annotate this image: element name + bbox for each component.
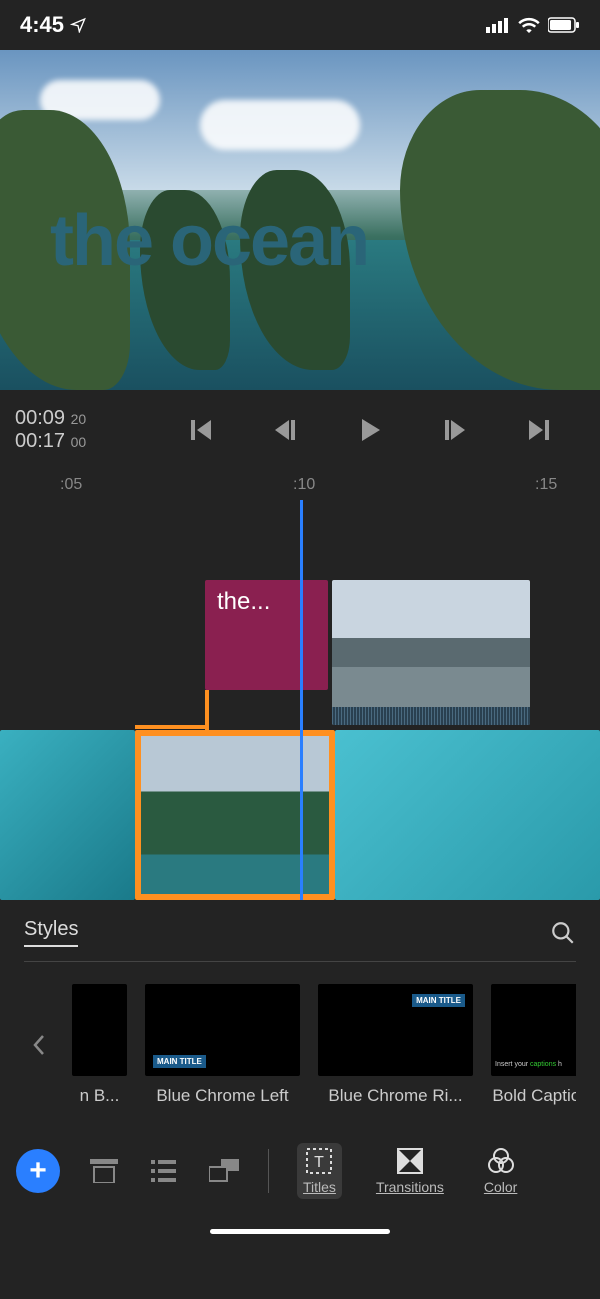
timeline[interactable]: the... (0, 500, 600, 900)
ruler-tick: :05 (60, 476, 82, 494)
styles-header-label[interactable]: Styles (24, 918, 78, 947)
skip-forward-button[interactable] (518, 410, 558, 450)
style-label: n B... (72, 1086, 127, 1106)
location-icon (70, 17, 86, 33)
project-icon[interactable] (88, 1155, 120, 1187)
clip-connector (205, 690, 209, 730)
video-clip-upper[interactable] (332, 580, 530, 725)
video-clip-left[interactable] (0, 730, 135, 900)
video-clip-right[interactable] (335, 730, 600, 900)
layers-icon[interactable] (208, 1155, 240, 1187)
tab-label: Color (484, 1179, 517, 1195)
bottom-toolbar: + T Titles Transitions Color (0, 1126, 600, 1216)
add-button[interactable]: + (16, 1149, 60, 1193)
step-forward-button[interactable] (434, 410, 474, 450)
toolbar-divider (268, 1149, 269, 1193)
home-indicator[interactable] (0, 1216, 600, 1246)
style-label: Blue Chrome Ri... (318, 1086, 473, 1106)
ruler-tick: :15 (535, 476, 557, 494)
timecode-display: 00:09 20 00:17 00 (10, 407, 140, 453)
titles-icon: T (305, 1147, 333, 1175)
cellular-icon (486, 17, 510, 33)
tab-label: Titles (303, 1179, 336, 1195)
tab-color[interactable]: Color (478, 1143, 523, 1199)
playback-controls: 00:09 20 00:17 00 (0, 390, 600, 470)
style-item[interactable]: MAIN TITLE Blue Chrome Ri... (318, 984, 473, 1106)
list-icon[interactable] (148, 1155, 180, 1187)
timeline-ruler[interactable]: :05 :10 :15 (0, 470, 600, 500)
step-back-button[interactable] (266, 410, 306, 450)
color-icon (487, 1147, 515, 1175)
styles-back-button[interactable] (24, 1030, 54, 1060)
style-item[interactable]: MAIN TITLE Blue Chrome Left (145, 984, 300, 1106)
title-clip-label: the... (217, 588, 270, 615)
clock-text: 4:45 (20, 12, 64, 38)
style-label: Blue Chrome Left (145, 1086, 300, 1106)
styles-panel: Styles n B... MAIN TITLE Blue Chrome Lef… (0, 900, 600, 1126)
title-overlay-text: the ocean (50, 200, 368, 282)
status-icons (486, 17, 580, 33)
tab-titles[interactable]: T Titles (297, 1143, 342, 1199)
status-time: 4:45 (20, 12, 86, 38)
battery-icon (548, 17, 580, 33)
tab-label: Transitions (376, 1179, 444, 1195)
play-button[interactable] (350, 410, 390, 450)
playhead[interactable] (300, 500, 303, 900)
skip-back-button[interactable] (182, 410, 222, 450)
status-bar: 4:45 (0, 0, 600, 50)
style-item[interactable]: Insert your captions h Bold Caption (491, 984, 576, 1106)
tab-transitions[interactable]: Transitions (370, 1143, 450, 1199)
transitions-icon (396, 1147, 424, 1175)
svg-text:T: T (315, 1154, 325, 1171)
style-item[interactable]: n B... (72, 984, 127, 1106)
total-timecode: 00:17 00 (15, 430, 140, 453)
style-label: Bold Caption (491, 1086, 576, 1106)
ruler-tick: :10 (293, 476, 315, 494)
video-clip-selected[interactable] (135, 730, 335, 900)
current-timecode: 00:09 20 (15, 407, 140, 430)
search-icon[interactable] (550, 920, 576, 946)
video-preview[interactable]: the ocean (0, 50, 600, 390)
wifi-icon (518, 17, 540, 33)
title-clip[interactable]: the... (205, 580, 328, 690)
styles-list[interactable]: n B... MAIN TITLE Blue Chrome Left MAIN … (24, 962, 576, 1116)
